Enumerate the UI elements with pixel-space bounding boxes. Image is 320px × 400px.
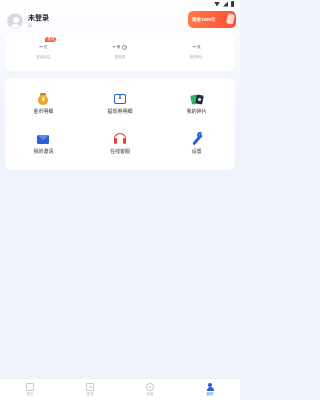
user-icon [206,382,214,391]
bottom-tab-bar: 首页 视频 转盘 我的 [0,378,240,400]
stat-value: -- [39,44,43,50]
stat-fragments[interactable]: -- 张 我的碎片 [158,33,235,71]
stats-card: 提现 -- 元 现金收益 -- 条 ? 提现券 -- 张 我的碎片 [5,33,235,71]
tab-label: 首页 [26,391,34,396]
stat-label: 提现券 [114,55,126,59]
stat-coupons[interactable]: -- 条 ? 提现券 [82,33,159,71]
cards-icon [189,92,204,106]
tab-label: 视频 [86,391,94,396]
menu-label: 金币明细 [33,109,54,115]
menu-label: 在线客服 [109,149,130,155]
help-icon[interactable]: ? [122,45,128,50]
stat-label: 现金收益 [36,55,51,59]
menu-label: 设置 [191,149,202,155]
tab-label: 转盘 [146,391,154,396]
withdraw-ticket-icon [113,92,127,106]
promo-banner[interactable]: 现金1000元 [188,11,236,28]
tab-video[interactable]: 视频 [60,379,120,400]
stat-value: -- [112,44,116,50]
stat-unit: 元 [43,45,48,49]
wifi-icon [214,1,220,7]
menu-grid: 金币明细 提现券明细 我的碎片 我的邀请 在线客服 设置 [5,78,235,170]
promo-card-icon [226,13,235,25]
stat-unit: 条 [116,45,121,49]
coin-bag-icon [36,92,50,106]
menu-item-settings[interactable]: 设置 [158,124,235,164]
withdraw-badge[interactable]: 提现 [45,37,57,42]
avatar[interactable] [7,13,23,29]
signal-icon [223,1,228,7]
video-icon [86,382,94,391]
home-icon [26,382,34,391]
stat-value: -- [192,44,197,50]
wrench-icon [190,132,204,146]
tab-mine[interactable]: 我的 [180,379,240,400]
menu-item-online-service[interactable]: 在线客服 [82,124,159,164]
mail-icon [36,132,50,146]
menu-item-my-invites[interactable]: 我的邀请 [5,124,82,164]
menu-label: 我的邀请 [33,149,54,155]
stat-label: 我的碎片 [189,55,204,59]
menu-item-coin-details[interactable]: 金币明细 [5,84,82,124]
menu-label: 我的碎片 [186,109,207,115]
battery-icon [231,1,234,7]
menu-label: 提现券明细 [107,109,133,115]
login-status[interactable]: 未登录 [28,14,49,23]
menu-item-my-fragments[interactable]: 我的碎片 [158,84,235,124]
user-id: ID: [28,22,34,28]
tab-wheel[interactable]: 转盘 [120,379,180,400]
status-bar [0,0,240,8]
promo-text: 现金1000元 [192,16,216,22]
stat-cash[interactable]: 提现 -- 元 现金收益 [5,33,82,71]
profile-section[interactable]: 未登录 ID: [7,10,49,32]
stat-unit: 张 [197,45,201,49]
tab-label: 我的 [206,391,214,396]
wheel-icon [146,382,154,391]
headset-icon [113,132,127,146]
tab-home[interactable]: 首页 [0,379,60,400]
menu-item-withdraw-details[interactable]: 提现券明细 [82,84,159,124]
